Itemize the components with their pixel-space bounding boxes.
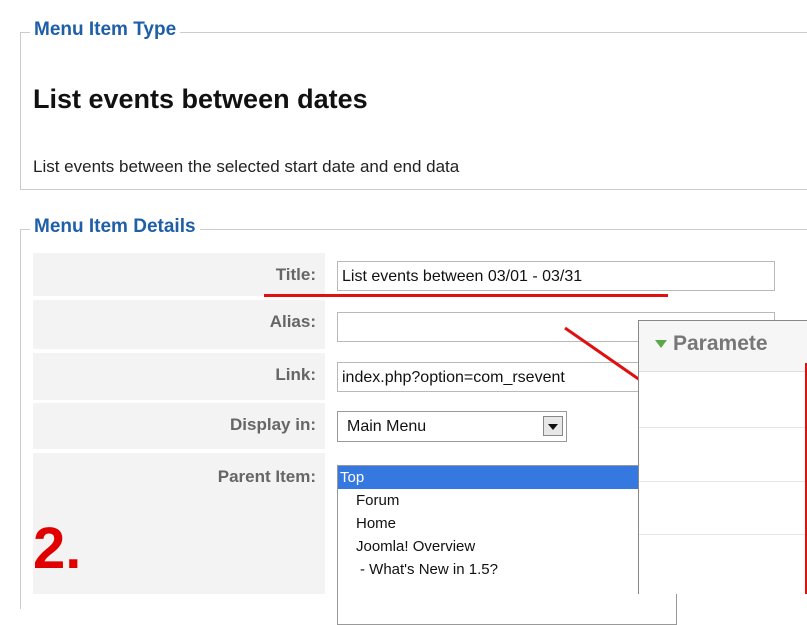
divider xyxy=(639,534,807,535)
expand-triangle-icon[interactable] xyxy=(655,340,667,348)
divider xyxy=(639,481,807,482)
parameters-title: Paramete xyxy=(673,332,768,355)
parameters-header[interactable]: Paramete xyxy=(639,321,807,372)
parameters-panel: Paramete xyxy=(638,320,807,594)
step-number: 2. xyxy=(33,516,82,581)
divider xyxy=(639,427,807,428)
